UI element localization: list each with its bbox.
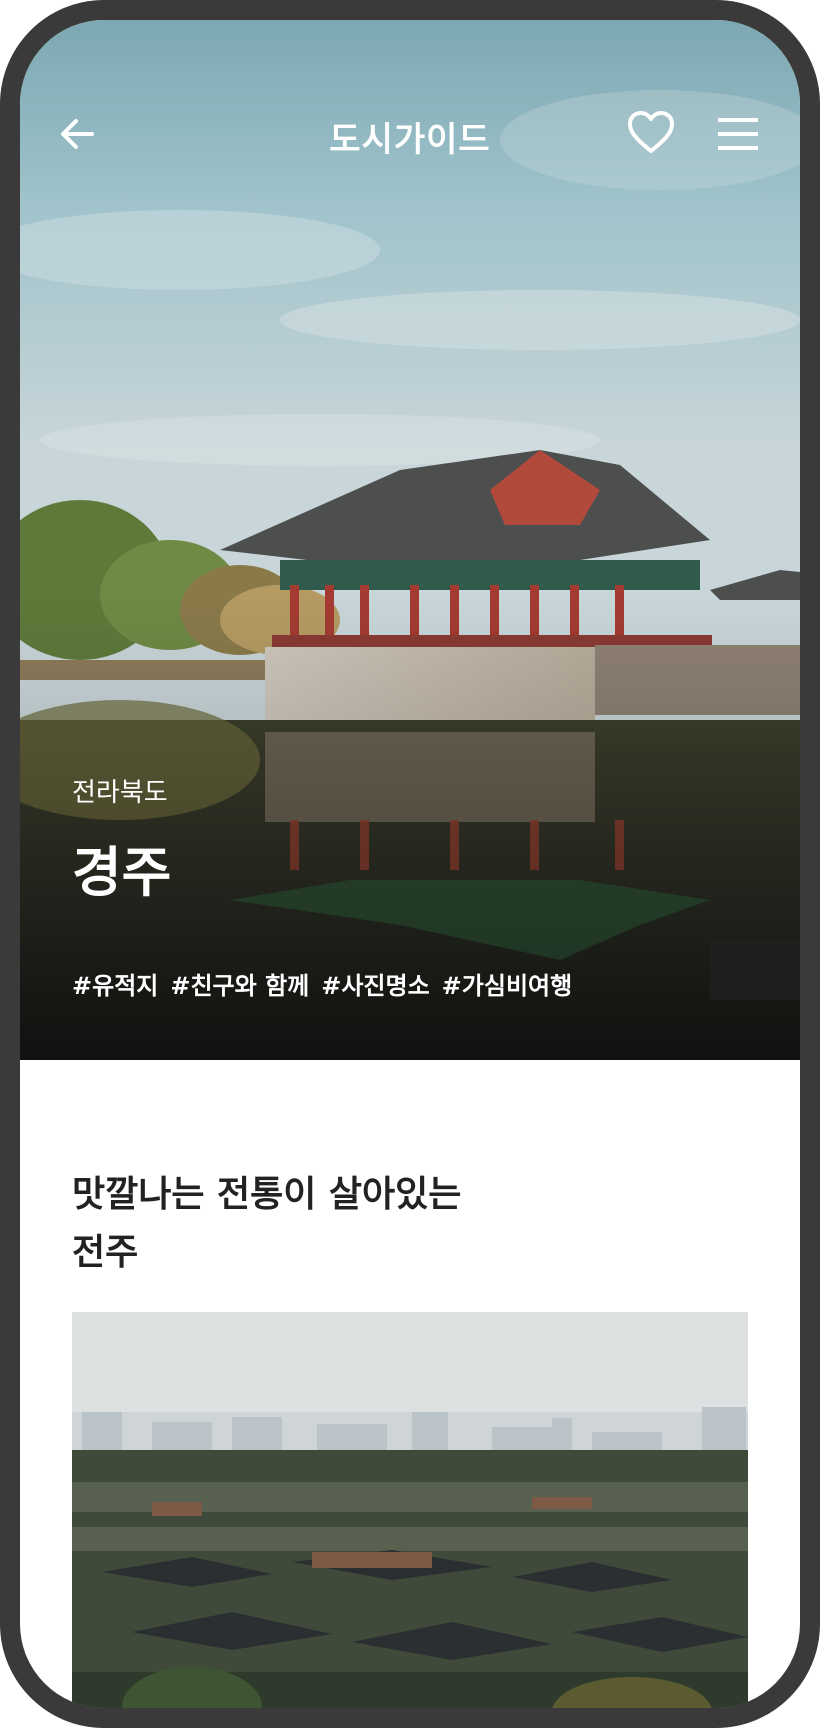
menu-button[interactable] <box>716 114 760 154</box>
hashtag-list: #유적지 #친구와 함께 #사진명소 #가심비여행 <box>72 966 572 1001</box>
city-name: 경주 <box>72 841 172 904</box>
heart-outline-icon <box>628 111 674 153</box>
top-navigation-bar: 도시가이드 <box>20 20 800 180</box>
section-headline: 맛깔나는 전통이 살아있는 전주 <box>72 1166 692 1282</box>
favorite-button[interactable] <box>626 108 676 158</box>
city-skyline-image <box>72 1312 748 1708</box>
app-title: 도시가이드 <box>329 120 491 160</box>
hashtag[interactable]: #사진명소 <box>321 966 429 1001</box>
hashtag[interactable]: #친구와 함께 <box>170 966 309 1001</box>
phone-frame: 도시가이드 전라북도 경주 #유적지 #친구와 함께 #사진명소 #가심비여행 … <box>0 0 820 1728</box>
phone-screen: 도시가이드 전라북도 경주 #유적지 #친구와 함께 #사진명소 #가심비여행 … <box>20 20 800 1708</box>
hashtag[interactable]: #가심비여행 <box>442 966 573 1001</box>
hashtag[interactable]: #유적지 <box>72 966 158 1001</box>
headline-line: 전주 <box>72 1232 139 1273</box>
city-photo[interactable] <box>72 1312 748 1708</box>
hero-section: 도시가이드 전라북도 경주 #유적지 #친구와 함께 #사진명소 #가심비여행 <box>20 20 800 1060</box>
headline-line: 맛깔나는 전통이 살아있는 <box>72 1174 462 1215</box>
hamburger-menu-icon <box>718 118 758 150</box>
region-label: 전라북도 <box>72 778 168 808</box>
